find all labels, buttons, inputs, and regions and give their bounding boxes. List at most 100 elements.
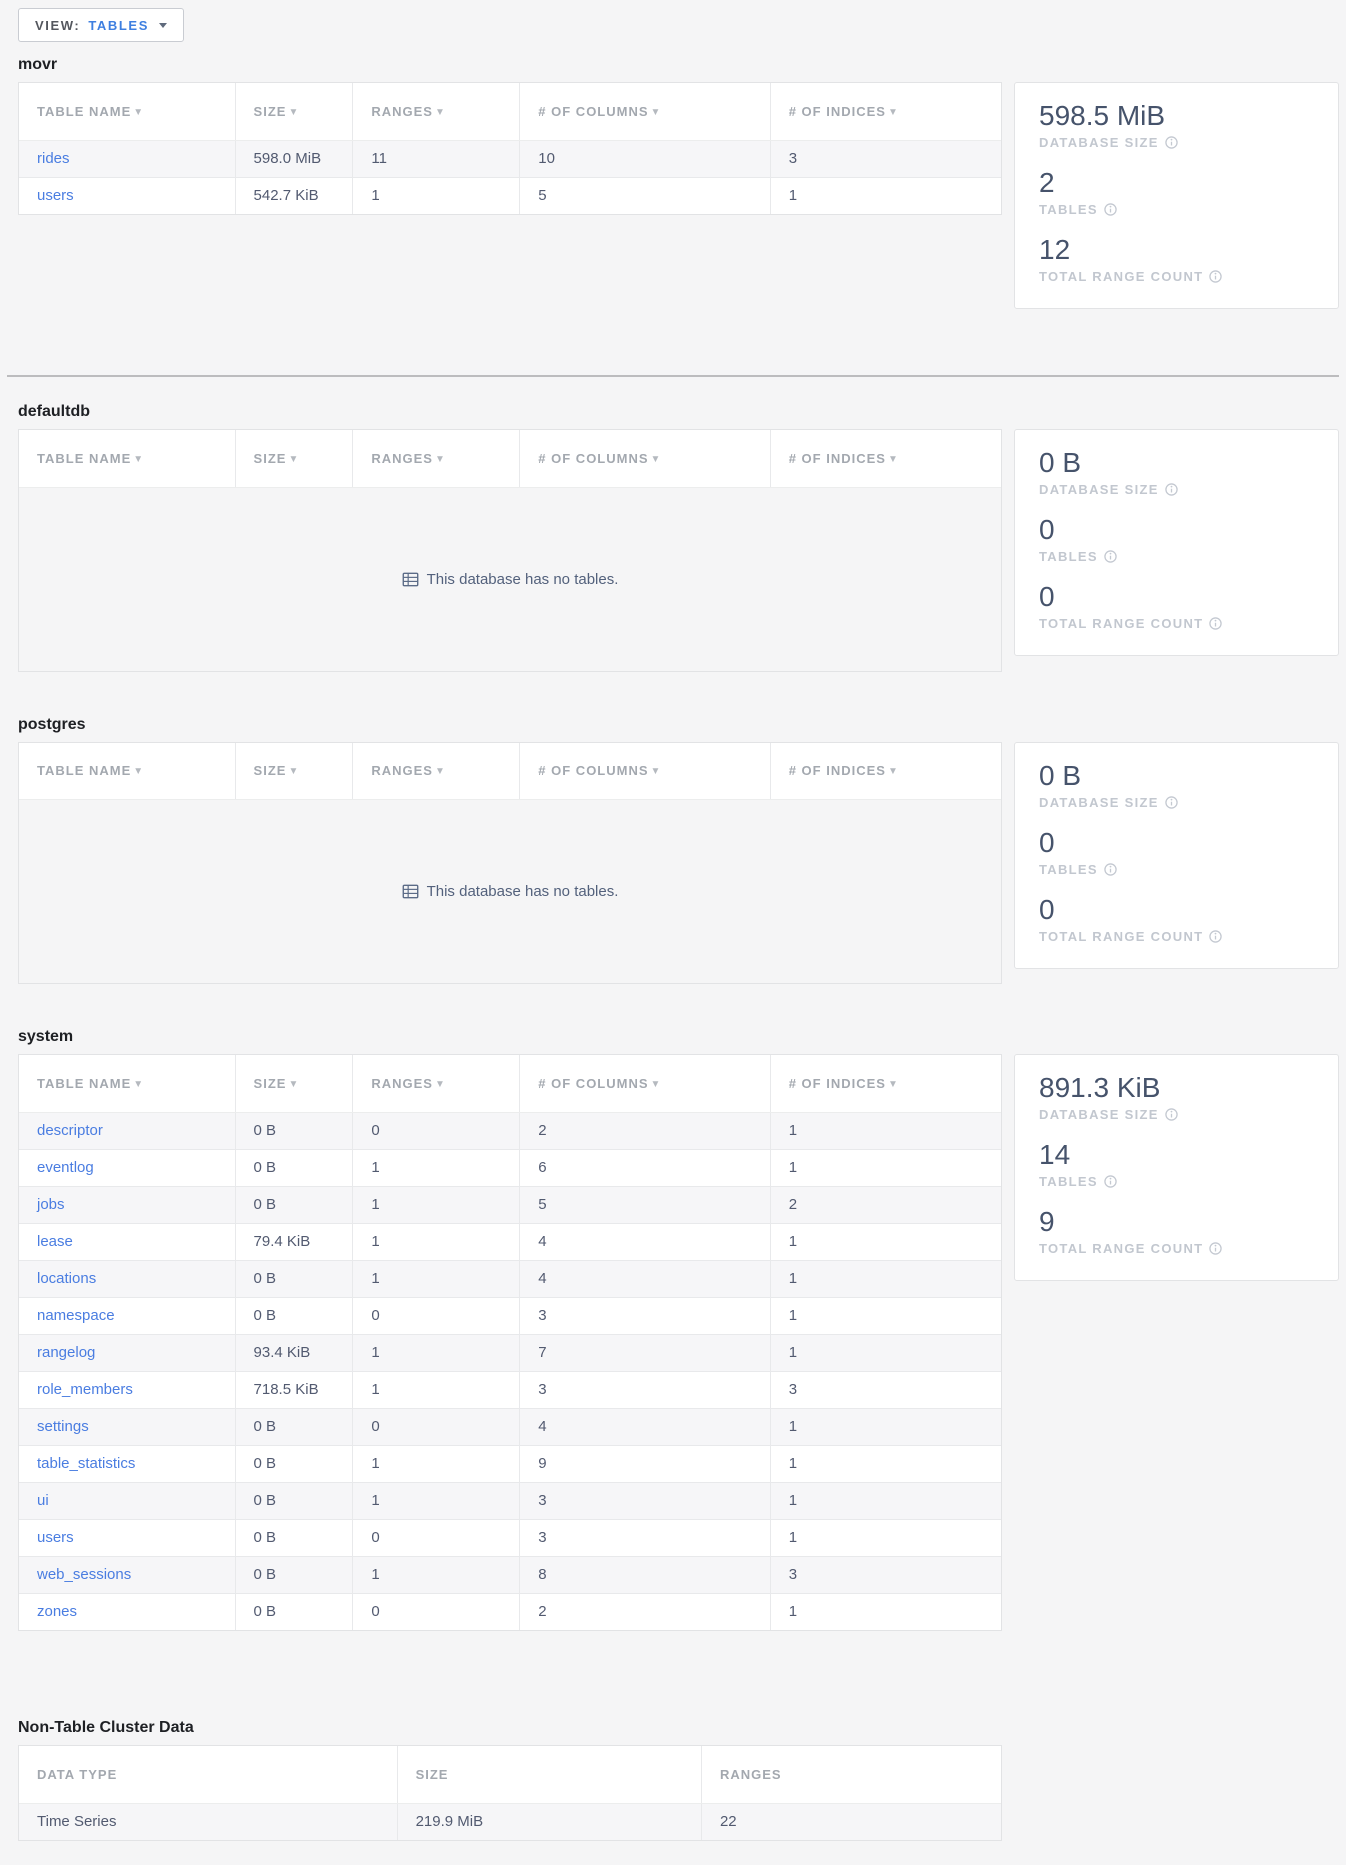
table-name-link[interactable]: users [37, 187, 74, 204]
column-header-num-indices[interactable]: # OF INDICES▼ [770, 430, 1001, 487]
databases-page: VIEW: TABLES movr TABLE NAME▼ SIZE▼ RANG… [0, 0, 1346, 1865]
tables-count-label: TABLES [1039, 1174, 1098, 1189]
total-range-count-value: 12 [1039, 233, 1314, 267]
view-selector-button[interactable]: VIEW: TABLES [18, 8, 184, 42]
column-header-num-columns[interactable]: # OF COLUMNS▼ [520, 430, 770, 487]
table-columns-cell: 6 [520, 1149, 770, 1186]
database-summary-panel: 0 B DATABASE SIZE 0 TABLES [1014, 429, 1339, 656]
table-size-cell: 0 B [235, 1186, 353, 1223]
table-name-link[interactable]: namespace [37, 1307, 115, 1324]
column-header-num-indices[interactable]: # OF INDICES▼ [770, 1055, 1001, 1112]
table-name-link[interactable]: web_sessions [37, 1566, 131, 1583]
table-ranges-cell: 1 [353, 1371, 520, 1408]
info-icon[interactable] [1209, 617, 1222, 630]
column-header-num-columns[interactable]: # OF COLUMNS▼ [520, 83, 770, 140]
column-header-ranges[interactable]: RANGES▼ [353, 430, 520, 487]
table-name-link[interactable]: users [37, 1529, 74, 1546]
column-header-num-indices[interactable]: # OF INDICES▼ [770, 83, 1001, 140]
info-icon[interactable] [1209, 1242, 1222, 1255]
column-header-num-columns[interactable]: # OF COLUMNS▼ [520, 1055, 770, 1112]
table-indices-cell: 1 [770, 1223, 1001, 1260]
column-header-table-name[interactable]: TABLE NAME▼ [19, 430, 235, 487]
table-name-link[interactable]: zones [37, 1603, 77, 1620]
table-row: rides 598.0 MiB 11 10 3 [19, 140, 1001, 177]
sort-caret-icon: ▼ [133, 766, 144, 777]
table-indices-cell: 3 [770, 1371, 1001, 1408]
table-name-link[interactable]: rides [37, 150, 70, 167]
table-name-cell: settings [19, 1408, 235, 1445]
table-name-link[interactable]: jobs [37, 1196, 65, 1213]
info-icon[interactable] [1209, 270, 1222, 283]
sort-caret-icon: ▼ [288, 766, 299, 777]
database-size-stat: 0 B DATABASE SIZE [1039, 759, 1314, 810]
view-selector-label: VIEW: [35, 18, 80, 33]
total-range-count-stat: 9 TOTAL RANGE COUNT [1039, 1205, 1314, 1256]
info-icon[interactable] [1104, 1175, 1117, 1188]
total-range-count-label: TOTAL RANGE COUNT [1039, 1241, 1203, 1256]
table-name-link[interactable]: table_statistics [37, 1455, 135, 1472]
table-size-cell: 0 B [235, 1112, 353, 1149]
table-name-cell: zones [19, 1593, 235, 1630]
table-ranges-cell: 0 [353, 1408, 520, 1445]
column-header-size[interactable]: SIZE▼ [235, 430, 353, 487]
table-name-cell: jobs [19, 1186, 235, 1223]
info-icon[interactable] [1165, 796, 1178, 809]
total-range-count-stat: 0 TOTAL RANGE COUNT [1039, 893, 1314, 944]
total-range-count-stat: 0 TOTAL RANGE COUNT [1039, 580, 1314, 631]
table-ranges-cell: 1 [353, 1223, 520, 1260]
database-section: defaultdb TABLE NAME▼ SIZE▼ RANGES▼ # OF… [18, 403, 1339, 672]
info-icon[interactable] [1165, 136, 1178, 149]
sort-caret-icon: ▼ [651, 1079, 662, 1090]
table-row: settings 0 B 0 4 1 [19, 1408, 1001, 1445]
table-name-link[interactable]: lease [37, 1233, 73, 1250]
table-name-link[interactable]: ui [37, 1492, 49, 1509]
table-size-cell: 0 B [235, 1519, 353, 1556]
tables-count-label: TABLES [1039, 549, 1098, 564]
table-size-cell: 0 B [235, 1593, 353, 1630]
table-size-cell: 0 B [235, 1408, 353, 1445]
table-name-link[interactable]: rangelog [37, 1344, 95, 1361]
table-columns-cell: 3 [520, 1482, 770, 1519]
info-icon[interactable] [1104, 203, 1117, 216]
table-name-cell: ui [19, 1482, 235, 1519]
database-size-label: DATABASE SIZE [1039, 1107, 1159, 1122]
sort-caret-icon: ▼ [888, 454, 899, 465]
database-size-label: DATABASE SIZE [1039, 482, 1159, 497]
database-tables-table: TABLE NAME▼ SIZE▼ RANGES▼ # OF COLUMNS▼ … [18, 82, 1002, 215]
column-header-num-indices[interactable]: # OF INDICES▼ [770, 743, 1001, 800]
column-header-table-name[interactable]: TABLE NAME▼ [19, 83, 235, 140]
table-columns-cell: 9 [520, 1445, 770, 1482]
column-header-ranges[interactable]: RANGES▼ [353, 83, 520, 140]
info-icon[interactable] [1104, 550, 1117, 563]
sort-caret-icon: ▼ [288, 454, 299, 465]
info-icon[interactable] [1209, 930, 1222, 943]
info-icon[interactable] [1165, 483, 1178, 496]
tables-count-value: 0 [1039, 513, 1314, 547]
table-indices-cell: 1 [770, 1408, 1001, 1445]
non-table-section-heading: Non-Table Cluster Data [18, 1719, 1339, 1737]
table-name-link[interactable]: settings [37, 1418, 89, 1435]
column-header-table-name[interactable]: TABLE NAME▼ [19, 1055, 235, 1112]
column-header-size[interactable]: SIZE▼ [235, 1055, 353, 1112]
database-summary-panel: 891.3 KiB DATABASE SIZE 14 TABLES [1014, 1054, 1339, 1281]
total-range-count-value: 0 [1039, 893, 1314, 927]
table-name-link[interactable]: eventlog [37, 1159, 94, 1176]
table-name-link[interactable]: descriptor [37, 1122, 103, 1139]
table-size-cell: 542.7 KiB [235, 177, 353, 214]
column-header-ranges[interactable]: RANGES▼ [353, 743, 520, 800]
column-header-ranges[interactable]: RANGES▼ [353, 1055, 520, 1112]
table-name-link[interactable]: role_members [37, 1381, 133, 1398]
table-name-link[interactable]: locations [37, 1270, 96, 1287]
info-icon[interactable] [1165, 1108, 1178, 1121]
database-name-heading: postgres [18, 716, 1339, 734]
column-header-table-name[interactable]: TABLE NAME▼ [19, 743, 235, 800]
column-header-size[interactable]: SIZE▼ [235, 83, 353, 140]
column-header-size[interactable]: SIZE▼ [235, 743, 353, 800]
non-table-row-time-series: Time Series 219.9 MiB 22 [19, 1803, 1001, 1840]
database-section: postgres TABLE NAME▼ SIZE▼ RANGES▼ # OF … [18, 716, 1339, 985]
table-size-cell: 0 B [235, 1556, 353, 1593]
sort-caret-icon: ▼ [651, 766, 662, 777]
info-icon[interactable] [1104, 863, 1117, 876]
table-indices-cell: 1 [770, 1593, 1001, 1630]
column-header-num-columns[interactable]: # OF COLUMNS▼ [520, 743, 770, 800]
